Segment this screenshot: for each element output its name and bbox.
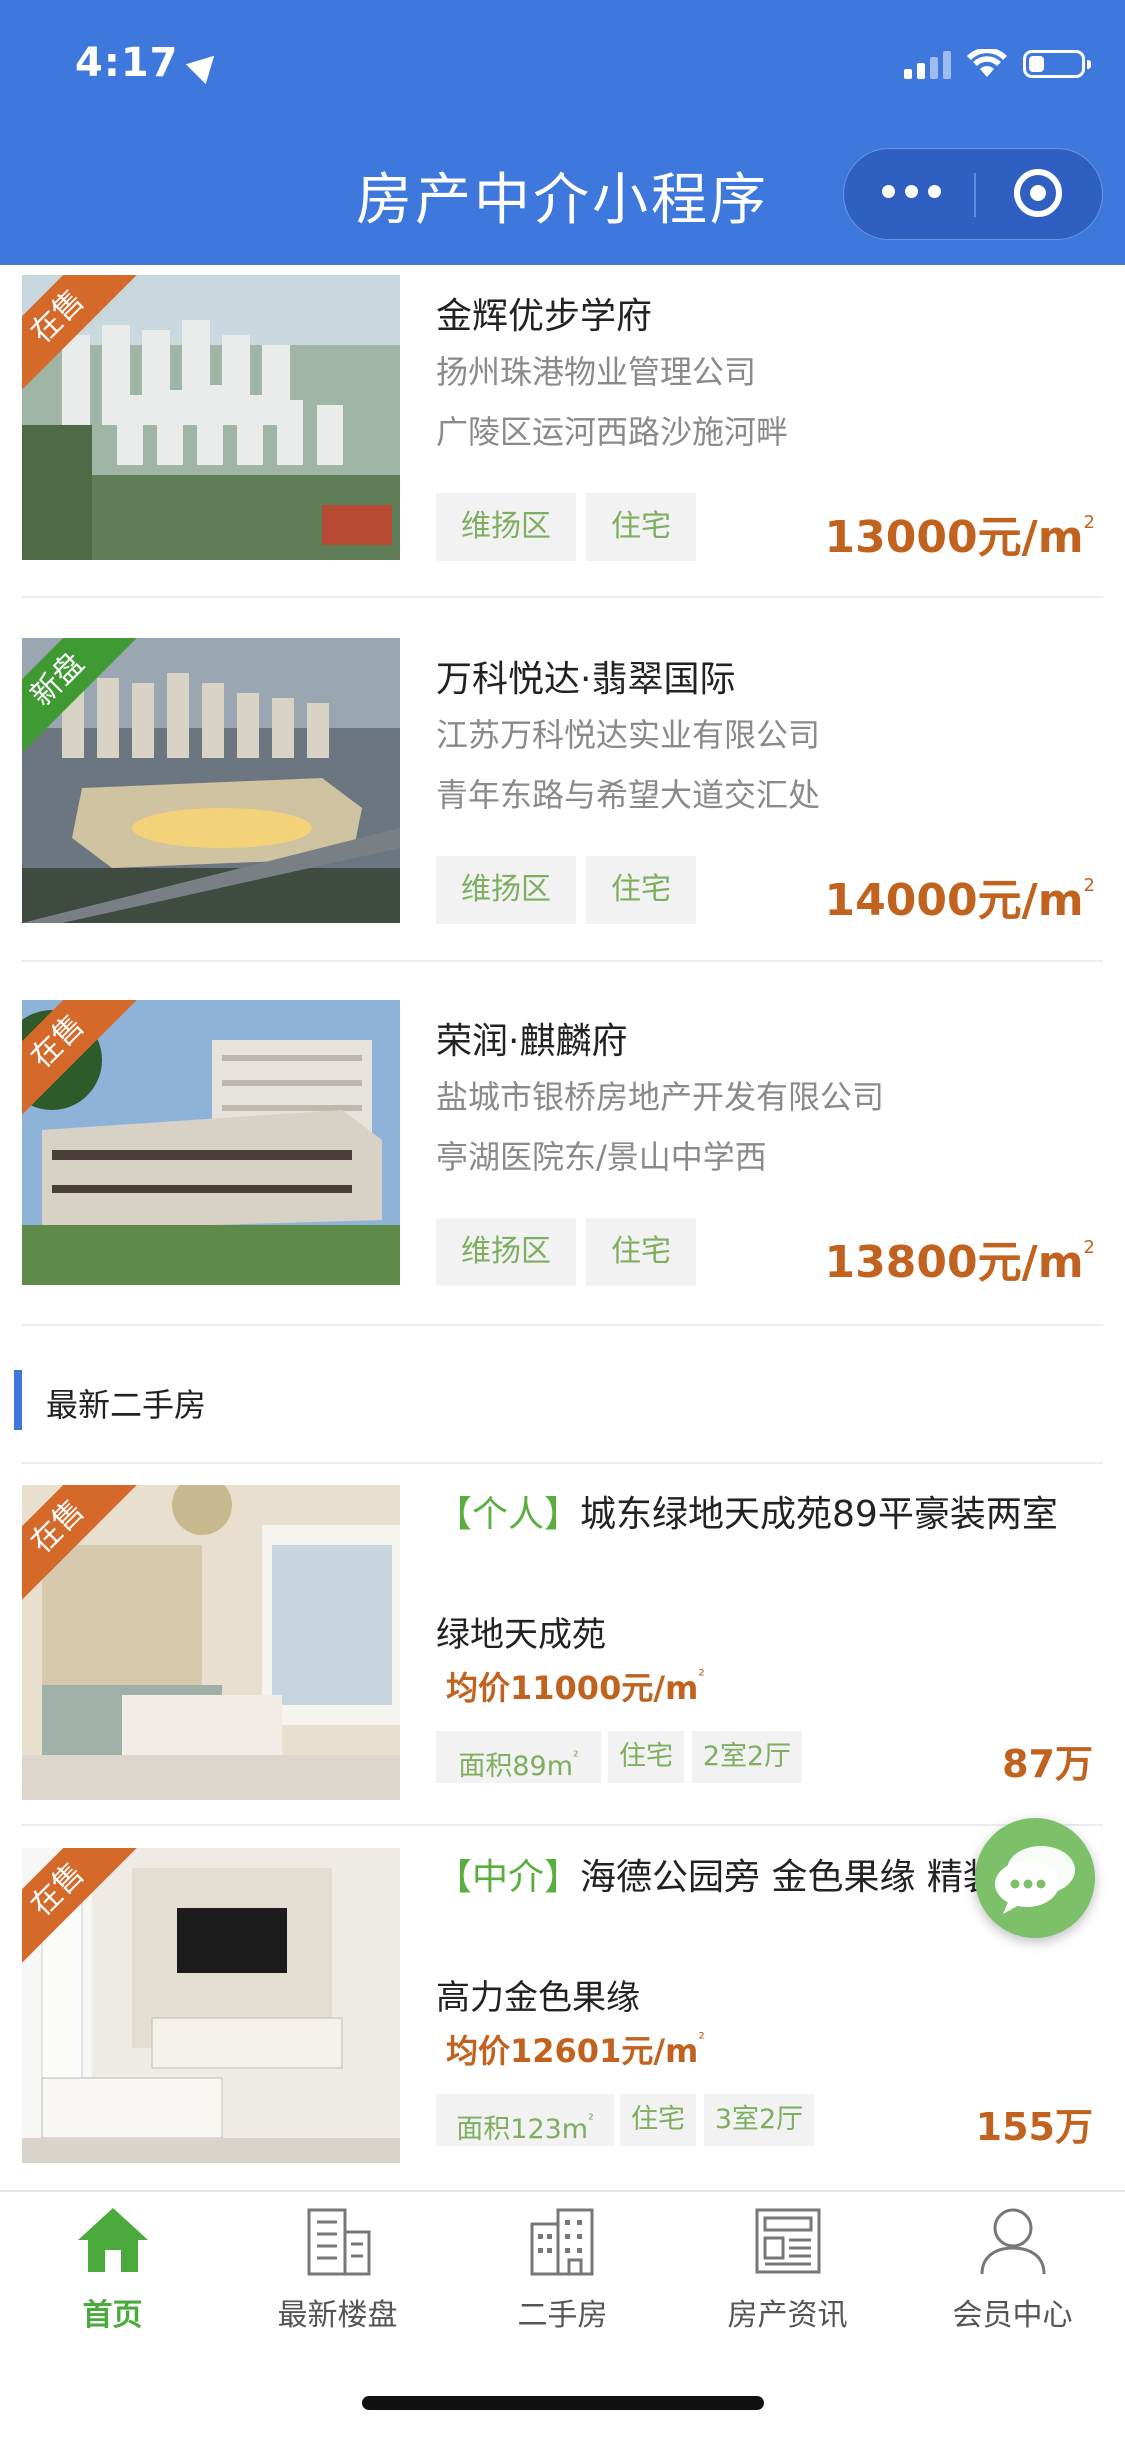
listing-developer: 盐城市银桥房地产开发有限公司	[436, 1078, 885, 1116]
total-price: 87万	[1002, 1742, 1093, 1786]
listing-developer: 江苏万科悦达实业有限公司	[436, 716, 821, 754]
listing-title: 金辉优步学府	[436, 296, 653, 337]
listing-tag-district: 维扬区	[436, 856, 576, 924]
tab-member[interactable]: 会员中心	[900, 2192, 1125, 2342]
battery-icon	[1023, 50, 1091, 78]
listing-tag-type: 住宅	[586, 1218, 696, 1286]
apartment-icon	[530, 2208, 594, 2276]
tag-type: 住宅	[608, 1731, 684, 1783]
average-price: 均价11000元/m²	[446, 1666, 705, 1707]
tab-news[interactable]: 房产资讯	[675, 2192, 900, 2342]
capsule-divider	[974, 173, 976, 217]
listing-card[interactable]: 在售 荣润·麒麟府 盐城市银桥房地产开发有限公司 亭湖医院东/景山中学西 维扬区…	[22, 1000, 1103, 1288]
listing-card[interactable]: 新盘 万科悦达·翡翠国际 江苏万科悦达实业有限公司 青年东路与希望大道交汇处 维…	[22, 638, 1103, 926]
tab-home[interactable]: 首页	[0, 2192, 225, 2342]
tab-new-buildings[interactable]: 最新楼盘	[225, 2192, 450, 2342]
total-price: 155万	[975, 2105, 1093, 2149]
divider	[22, 1462, 1103, 1464]
community-name: 高力金色果缘	[436, 1978, 640, 2018]
listing-price: 13800元/m2	[824, 1237, 1095, 1288]
listing-price: 14000元/m2	[824, 875, 1095, 926]
status-time: 4:17	[75, 40, 224, 86]
building-icon	[307, 2208, 371, 2276]
listing-title: 万科悦达·翡翠国际	[436, 659, 736, 700]
listing-image: 在售	[22, 275, 400, 560]
close-miniprogram-icon[interactable]	[1014, 169, 1062, 217]
tag-area: 面积123m²	[436, 2094, 614, 2146]
second-hand-title: 【个人】城东绿地天成苑89平豪装两室	[436, 1494, 1058, 1535]
listing-address: 青年东路与希望大道交汇处	[436, 776, 821, 814]
divider	[22, 1824, 1103, 1826]
status-icons	[904, 44, 1091, 84]
divider	[22, 1324, 1103, 1326]
section-header: 最新二手房	[14, 1370, 1114, 1430]
chat-bubble-icon	[995, 1846, 1075, 1914]
second-hand-card[interactable]: 在售 【个人】城东绿地天成苑89平豪装两室 绿地天成苑 均价11000元/m² …	[22, 1485, 1103, 1800]
tab-label: 最新楼盘	[277, 2298, 398, 2333]
cellular-signal-icon	[904, 49, 951, 79]
listing-developer: 扬州珠港物业管理公司	[436, 353, 757, 391]
wifi-icon	[967, 49, 1007, 77]
chat-button[interactable]	[975, 1818, 1095, 1938]
tab-label: 房产资讯	[727, 2298, 848, 2333]
tab-label: 会员中心	[952, 2298, 1073, 2333]
average-price: 均价12601元/m²	[446, 2029, 705, 2070]
listing-address: 广陵区运河西路沙施河畔	[436, 413, 789, 451]
battery-level	[1029, 56, 1044, 72]
tag-type: 住宅	[620, 2094, 696, 2146]
section-accent-bar	[14, 1370, 22, 1430]
tag-layout: 3室2厅	[704, 2094, 814, 2146]
listing-tag-district: 维扬区	[436, 493, 576, 561]
divider	[22, 960, 1103, 962]
listing-card[interactable]: 在售 金辉优步学府 扬州珠港物业管理公司 广陵区运河西路沙施河畔 维扬区 住宅 …	[22, 275, 1103, 563]
listing-tag-district: 维扬区	[436, 1218, 576, 1286]
news-icon	[755, 2208, 821, 2274]
divider	[22, 596, 1103, 598]
user-icon	[980, 2208, 1046, 2275]
top-bar: 4:17 房产中介小程序	[0, 0, 1125, 265]
community-name: 绿地天成苑	[436, 1615, 606, 1655]
tag-layout: 2室2厅	[692, 1731, 802, 1783]
section-title: 最新二手房	[46, 1386, 207, 1424]
location-arrow-icon	[185, 45, 224, 85]
more-icon[interactable]	[882, 185, 941, 198]
listing-title: 荣润·麒麟府	[436, 1021, 628, 1062]
listing-image: 在售	[22, 1000, 400, 1285]
miniprogram-capsule	[843, 148, 1103, 240]
listing-price: 13000元/m2	[824, 512, 1095, 563]
listing-image: 在售	[22, 1848, 400, 2163]
listing-address: 亭湖医院东/景山中学西	[436, 1138, 767, 1176]
listing-tag-type: 住宅	[586, 493, 696, 561]
listing-image: 新盘	[22, 638, 400, 923]
home-indicator	[362, 2396, 764, 2410]
tab-label: 二手房	[517, 2298, 608, 2333]
tag-area: 面积89m²	[436, 1731, 601, 1783]
home-icon	[78, 2208, 148, 2272]
tab-label: 首页	[82, 2298, 143, 2333]
listing-tag-type: 住宅	[586, 856, 696, 924]
tab-second-hand[interactable]: 二手房	[450, 2192, 675, 2342]
second-hand-card[interactable]: 在售 【中介】海德公园旁 金色果缘 精装3房 高力金色果缘 均价12601元/m…	[22, 1848, 1103, 2163]
listing-image: 在售	[22, 1485, 400, 1800]
